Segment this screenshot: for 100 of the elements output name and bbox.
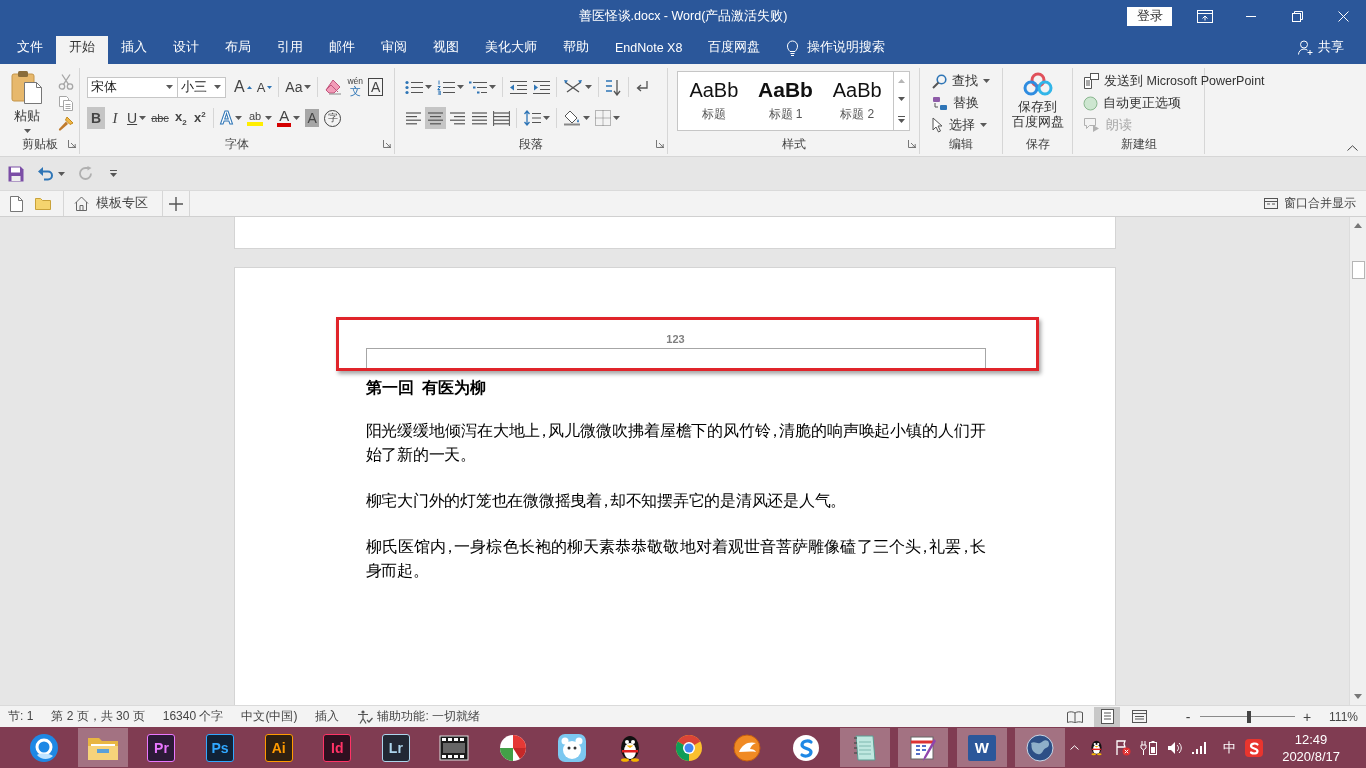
scroll-down-icon[interactable]: [1354, 694, 1362, 699]
taskbar-button[interactable]: Id: [312, 728, 363, 767]
circle-logo-icon: [674, 733, 703, 762]
find-button[interactable]: 查找: [932, 71, 990, 91]
zoom-in-button[interactable]: +: [1301, 708, 1314, 725]
person-icon: [1298, 40, 1313, 55]
page-layout-icon: [1100, 709, 1114, 724]
cartoon-face-icon: [556, 732, 587, 763]
borders-button[interactable]: [593, 107, 622, 129]
send-to-powerpoint-button[interactable]: 发送到 Microsoft PowerPoint: [1083, 71, 1265, 91]
align-left-icon: [405, 110, 422, 126]
taskbar-button[interactable]: Pr: [136, 728, 187, 767]
swirl-ball-icon: [792, 733, 820, 762]
accessibility-status[interactable]: 辅助功能: 一切就绪: [357, 708, 481, 725]
status-text: 节: 1: [8, 708, 34, 725]
speaker-icon[interactable]: [1167, 740, 1184, 755]
save-to-cloud-button[interactable]: 保存到 百度网盘: [1011, 72, 1064, 135]
character-shading-button[interactable]: A: [303, 107, 322, 129]
menu-tab[interactable]: 布局: [212, 36, 264, 64]
shrink-font-button[interactable]: A: [254, 76, 275, 98]
brush-icon[interactable]: [58, 116, 74, 132]
dialog-launcher-icon[interactable]: [908, 140, 916, 148]
taskbar-button[interactable]: Lr: [370, 728, 421, 767]
numbered-list-icon: [437, 79, 455, 95]
menu-tab[interactable]: 引用: [264, 36, 316, 64]
taskbar-button[interactable]: Ps: [195, 728, 246, 767]
subscript-button[interactable]: x$_{2}$: [171, 107, 190, 129]
change-case-button[interactable]: Aa: [283, 76, 314, 98]
menu-tab[interactable]: 插入: [108, 36, 160, 64]
menu-tab[interactable]: 文件: [4, 36, 56, 64]
style-option[interactable]: AaBb 标题 1: [749, 72, 822, 130]
input-method-logo-icon[interactable]: [1245, 738, 1264, 757]
select-button[interactable]: 选择: [932, 115, 990, 135]
italic-button[interactable]: I: [106, 107, 124, 129]
zoom-out-button[interactable]: -: [1182, 708, 1195, 725]
strikethrough-button[interactable]: abc: [149, 107, 171, 129]
paste-button[interactable]: 粘贴: [6, 70, 48, 136]
new-document-icon[interactable]: [10, 195, 23, 212]
flag-alert-icon[interactable]: [1114, 739, 1132, 756]
template-tab[interactable]: 模板专区: [64, 191, 162, 216]
collapse-ribbon-icon[interactable]: [1347, 145, 1358, 151]
menu-tab[interactable]: 邮件: [316, 36, 368, 64]
caret-icon: [139, 116, 147, 120]
book-icon: [1067, 710, 1084, 723]
menu-tab[interactable]: 百度网盘: [695, 36, 774, 64]
caret-icon: [166, 85, 173, 89]
align-center-button[interactable]: [425, 107, 446, 129]
pie-wheel-icon: [498, 732, 529, 763]
dialog-launcher-icon[interactable]: [68, 140, 76, 148]
font-size-field[interactable]: 小三: [177, 76, 226, 98]
sign-in-button[interactable]: 登录: [1127, 6, 1172, 26]
superscript-button[interactable]: x$^{2}$: [190, 107, 209, 129]
window-icon: [1264, 198, 1278, 209]
highlight-button[interactable]: ab: [244, 107, 275, 129]
signal-icon[interactable]: [1192, 741, 1209, 754]
taskbar-button[interactable]: W: [956, 728, 1007, 767]
autocorrect-options-button[interactable]: 自动更正选项: [1083, 93, 1265, 113]
menu-tab[interactable]: 视图: [420, 36, 472, 64]
view-button[interactable]: [1094, 706, 1121, 727]
caret-icon: [457, 85, 464, 89]
font-name-field[interactable]: 宋体: [87, 76, 178, 98]
phonetic-guide-button[interactable]: wén 文: [345, 76, 366, 98]
align-center-icon: [427, 110, 444, 126]
menu-tab[interactable]: 帮助: [550, 36, 602, 64]
dialog-launcher-icon[interactable]: [656, 140, 664, 148]
gallery-more-icon[interactable]: [898, 115, 906, 123]
share-button[interactable]: 共享: [1298, 36, 1344, 64]
character-border-button[interactable]: A: [366, 76, 386, 98]
pointer-icon: [932, 117, 944, 133]
plus-icon[interactable]: [169, 196, 183, 211]
group-label: 样式: [781, 135, 806, 153]
battery-plug-icon[interactable]: [1140, 739, 1159, 756]
lightbulb-icon: [787, 39, 799, 56]
scroll-up-icon[interactable]: [1354, 223, 1362, 228]
window-title: 善医怪谈.docx - Word(产品激活失败): [578, 7, 788, 25]
redo-arrow-icon: [79, 166, 94, 181]
replace-button[interactable]: 替换: [932, 93, 990, 113]
merge-windows-button[interactable]: 窗口合并显示: [1264, 195, 1356, 212]
tell-me-search[interactable]: 操作说明搜索: [781, 36, 892, 64]
zoom-slider-thumb[interactable]: [1247, 710, 1252, 723]
clock[interactable]: 12:49 2020/8/17: [1282, 730, 1340, 765]
gallery-down-icon[interactable]: [898, 97, 906, 102]
chevron-up-icon[interactable]: [1070, 745, 1080, 750]
menu-tab[interactable]: 设计: [160, 36, 212, 64]
caret-icon: [583, 116, 590, 120]
input-method-indicator[interactable]: 中: [1223, 738, 1237, 757]
style-option[interactable]: AaBb 标题 2: [821, 72, 894, 130]
dialog-launcher-icon[interactable]: [383, 140, 391, 148]
scrollbar-thumb[interactable]: [1351, 261, 1365, 279]
zoom-level[interactable]: 111%: [1329, 709, 1358, 724]
menu-tab[interactable]: 审阅: [368, 36, 420, 64]
menu-tab[interactable]: EndNote X8: [602, 36, 696, 64]
style-option[interactable]: AaBb 标题: [678, 72, 750, 130]
bold-button[interactable]: B: [87, 107, 105, 129]
font-color-button[interactable]: A: [275, 107, 303, 129]
taskbar-button[interactable]: Ai: [253, 728, 304, 767]
underline-button[interactable]: U: [125, 107, 149, 129]
menu-tab[interactable]: 开始: [56, 36, 108, 64]
grow-font-button[interactable]: A: [232, 76, 254, 98]
menu-tab[interactable]: 美化大师: [472, 36, 550, 64]
